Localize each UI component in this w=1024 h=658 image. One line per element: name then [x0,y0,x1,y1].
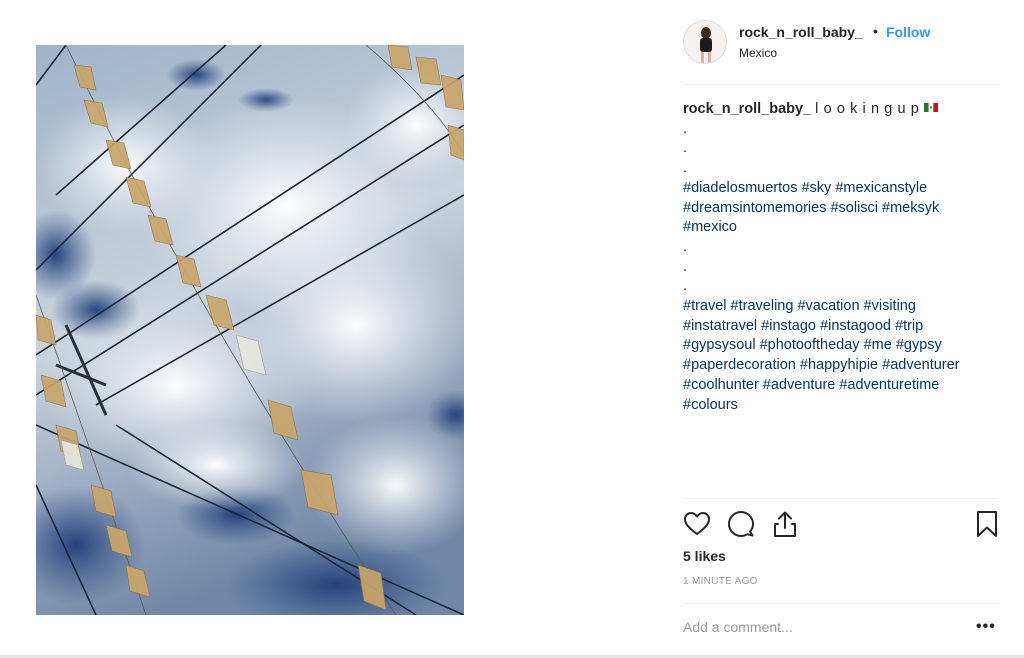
hashtag-line[interactable]: #diadelosmuertos #sky #mexicanstyle [683,179,1003,199]
comment-icon[interactable] [727,510,755,538]
caption-title: lookingup [815,101,925,117]
more-options-icon[interactable]: ••• [976,618,996,636]
separator-dot: • [873,23,878,39]
caption-dot-line: . [683,258,688,275]
caption-dot-line: . [683,120,688,137]
hashtag-line[interactable]: #instatravel #instago #instagood #trip [683,317,1003,337]
caption-body: ... #diadelosmuertos #sky #mexicanstyle #d… [683,120,1003,416]
follow-button[interactable]: Follow [886,24,930,40]
hashtag-line[interactable]: #travel #traveling #vacation #visiting [683,297,1003,317]
header-divider [683,84,998,85]
hashtag-line[interactable]: #colours [683,396,1003,416]
caption-dot-line: . [683,140,688,157]
comment-divider [683,603,998,604]
caption: rock_n_roll_baby_ lookingup ... #diadelosm… [683,99,1003,415]
timestamp: 1 MINUTE AGO [683,576,758,587]
avatar[interactable] [683,20,727,64]
caption-dot-line: . [683,278,688,295]
post-header: rock_n_roll_baby_ • Follow Mexico [683,20,998,84]
caption-username[interactable]: rock_n_roll_baby_ [683,101,811,117]
hashtag-line[interactable]: #paperdecoration #happyhipie #adventurer [683,356,1003,376]
action-bar [683,510,1001,540]
caption-first-line: rock_n_roll_baby_ lookingup [683,99,1003,120]
likes-count[interactable]: 5 likes [683,548,726,564]
bookmark-icon[interactable] [973,510,1001,538]
hashtag-line[interactable]: #gypsysoul #photooftheday #me #gypsy [683,336,1003,356]
actions-divider [683,498,998,499]
post-photo[interactable] [36,45,464,615]
heart-icon[interactable] [683,510,711,538]
sky-photo-image [36,45,464,615]
caption-dot-line: . [683,238,688,255]
hashtag-line[interactable]: #dreamsintomemories #solisci #meksyk [683,199,1003,219]
hashtag-line[interactable]: #mexico [683,218,1003,238]
location-link[interactable]: Mexico [739,46,777,60]
hashtag-line[interactable]: #coolhunter #adventure #adventuretime [683,376,1003,396]
avatar-image [684,21,726,63]
share-icon[interactable] [771,510,799,538]
comment-input[interactable] [683,616,963,638]
caption-dot-line: . [683,160,688,177]
username[interactable]: rock_n_roll_baby_ [739,24,863,40]
mexico-flag-icon [924,99,939,119]
